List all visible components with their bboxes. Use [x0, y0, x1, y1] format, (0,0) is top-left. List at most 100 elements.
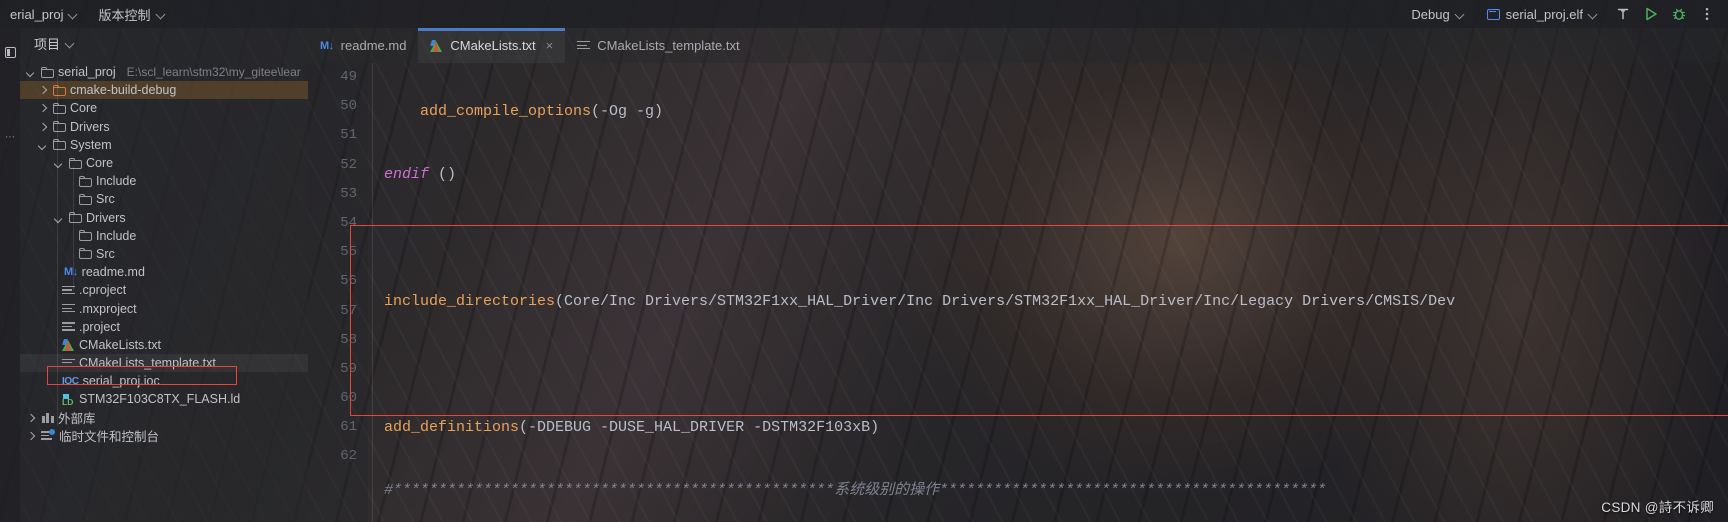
line-number: 56	[340, 273, 357, 290]
folder-icon	[79, 193, 92, 205]
tree-item-label: Include	[96, 174, 137, 189]
scratches-icon	[41, 429, 55, 441]
tree-item-label: CMakeLists_template.txt	[79, 356, 216, 371]
tree-item-drivers[interactable]: Drivers	[20, 118, 308, 136]
tree-item-system[interactable]: System	[20, 136, 308, 154]
tree-item-system-drivers[interactable]: Drivers	[20, 209, 308, 227]
chevron-down-icon[interactable]	[54, 212, 65, 223]
folder-icon	[79, 230, 92, 242]
project-file-tree: serial_proj E:\scl_learn\stm32\my_gitee\…	[20, 59, 308, 445]
text-file-icon	[62, 321, 75, 332]
folder-icon	[69, 212, 82, 224]
tree-item-label: readme.md	[81, 265, 145, 280]
tree-indent-guide	[57, 76, 58, 426]
chevron-down-icon[interactable]	[38, 139, 49, 150]
text-file-icon	[62, 358, 75, 369]
markdown-icon: M↓	[64, 266, 78, 279]
debug-icon[interactable]	[1666, 1, 1692, 27]
tree-item-external-libraries[interactable]: 外部库	[20, 409, 308, 427]
tree-item-scratches-and-consoles[interactable]: 临时文件和控制台	[20, 427, 308, 445]
tree-item-system-core-src[interactable]: Src	[20, 190, 308, 208]
project-panel-header[interactable]: 项目	[20, 28, 308, 59]
folder-icon	[41, 66, 54, 78]
tree-item-label: CMakeLists.txt	[79, 337, 161, 352]
project-tool-window-icon[interactable]	[0, 40, 20, 64]
run-icon[interactable]	[1638, 1, 1664, 27]
editor-tab-bar: M↓ readme.md CMakeLists.txt × CMakeLists…	[308, 28, 1728, 63]
line-number: 61	[340, 419, 357, 436]
build-hammer-icon[interactable]	[1610, 1, 1636, 27]
run-config-mode-label: Debug	[1411, 6, 1450, 22]
editor-line-number-gutter: 49 50 51 52 53 54 55 56 57 58 59 60 61 6…	[308, 63, 368, 522]
tool-strip-more-icon[interactable]: ⋯	[0, 126, 20, 150]
line-number: 57	[340, 302, 357, 319]
chevron-right-icon[interactable]	[38, 121, 49, 132]
tree-item-label: Include	[96, 228, 137, 243]
line-number: 55	[340, 244, 357, 261]
tree-item-system-drivers-src[interactable]: Src	[20, 245, 308, 263]
folder-icon	[53, 121, 66, 133]
tree-item-project[interactable]: .project	[20, 318, 308, 336]
tree-item-label: Src	[96, 246, 115, 261]
run-target-selector[interactable]: serial_proj.elf	[1477, 0, 1608, 28]
tree-item-cmakelists-template-txt[interactable]: CMakeLists_template.txt	[20, 354, 308, 373]
chevron-down-icon[interactable]	[26, 67, 37, 78]
code-line-54: add_definitions(-DDEBUG -DUSE_HAL_DRIVER…	[384, 418, 880, 436]
tree-item-cmakelists-txt[interactable]: CMakeLists.txt	[20, 336, 308, 354]
tree-item-label: .cproject	[79, 283, 127, 298]
folder-orange-icon	[53, 84, 66, 96]
project-menu[interactable]: erial_proj	[0, 0, 88, 28]
editor-code-content[interactable]: add_compile_options(-Og -g) endif () inc…	[368, 63, 1728, 522]
tree-item-cproject[interactable]: .cproject	[20, 281, 308, 299]
tree-item-system-core[interactable]: Core	[20, 154, 308, 172]
tree-item-readme-md[interactable]: M↓ readme.md	[20, 263, 308, 281]
tree-item-cmake-build-debug[interactable]: cmake-build-debug	[20, 81, 308, 100]
tree-item-label: 外部库	[58, 412, 96, 427]
tree-item-flash-ld[interactable]: STM32F103C8TX_FLASH.ld	[20, 390, 308, 408]
tree-item-label: .project	[79, 319, 120, 334]
tab-cmakelists-txt[interactable]: CMakeLists.txt ×	[418, 28, 566, 63]
tree-item-label: Core	[86, 156, 114, 171]
tree-item-label: .mxproject	[79, 301, 137, 316]
tree-item-system-core-include[interactable]: Include	[20, 172, 308, 190]
line-number: 52	[340, 156, 357, 173]
chevron-right-icon[interactable]	[26, 430, 37, 441]
run-config-mode-selector[interactable]: Debug	[1401, 0, 1474, 28]
linker-script-icon	[62, 393, 75, 407]
folder-icon	[79, 248, 92, 260]
vcs-menu[interactable]: 版本控制	[88, 0, 175, 28]
cmake-icon	[430, 39, 443, 52]
tab-cmakelists-template-txt[interactable]: CMakeLists_template.txt	[565, 28, 751, 63]
tree-item-serial-proj[interactable]: serial_proj E:\scl_learn\stm32\my_gitee\…	[20, 63, 308, 81]
tree-item-serial-proj-ioc[interactable]: IOC serial_proj.ioc	[20, 372, 308, 390]
tab-readme-md[interactable]: M↓ readme.md	[308, 28, 418, 63]
close-icon[interactable]: ×	[546, 38, 554, 53]
tree-item-label: System	[70, 137, 112, 152]
line-number: 50	[340, 98, 357, 115]
more-options-icon[interactable]	[1694, 1, 1720, 27]
line-number: 53	[340, 185, 357, 202]
line-number: 49	[340, 69, 357, 85]
tree-item-label: serial_proj.ioc	[82, 374, 160, 389]
code-editor[interactable]: 49 50 51 52 53 54 55 56 57 58 59 60 61 6…	[308, 63, 1728, 522]
tree-item-mxproject[interactable]: .mxproject	[20, 299, 308, 317]
tree-item-label: Drivers	[86, 210, 126, 225]
code-line-55: #***************************************…	[384, 482, 1327, 500]
line-number: 62	[340, 448, 357, 465]
chevron-right-icon[interactable]	[26, 412, 37, 423]
run-configuration-icon	[1486, 8, 1500, 20]
chevron-down-icon[interactable]	[54, 158, 65, 169]
chevron-down-icon	[1589, 10, 1598, 19]
tree-item-core[interactable]: Core	[20, 99, 308, 117]
project-tool-window: 项目 serial_proj E:\scl_learn\stm32\my_git…	[20, 28, 308, 522]
text-file-icon	[62, 303, 75, 314]
main-toolbar: erial_proj 版本控制 Debug serial_proj.elf	[0, 0, 1728, 28]
chevron-right-icon[interactable]	[38, 85, 49, 96]
tree-item-label: cmake-build-debug	[70, 83, 177, 98]
code-line-52: include_directories(Core/Inc Drivers/STM…	[384, 292, 1456, 310]
tree-item-system-drivers-include[interactable]: Include	[20, 227, 308, 245]
chevron-right-icon[interactable]	[38, 103, 49, 114]
folder-icon	[79, 175, 92, 187]
